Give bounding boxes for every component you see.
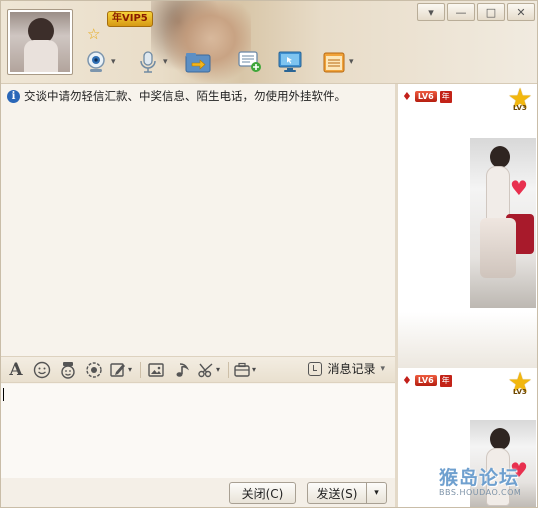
briefcase-icon xyxy=(234,362,250,377)
clock-icon xyxy=(308,361,323,376)
star-level-label: LV3 xyxy=(513,104,527,112)
remote-desktop-icon xyxy=(277,49,303,75)
info-icon: i xyxy=(7,89,20,103)
message-input[interactable] xyxy=(1,384,395,478)
contact-show-card: ♦ LV6 年 ★ LV3 ♥ xyxy=(398,84,537,312)
send-options-button[interactable]: ▾ xyxy=(366,482,387,504)
diamond-icon: ♦ xyxy=(402,374,412,387)
chevron-down-icon[interactable]: ▾ xyxy=(128,365,132,374)
forum-watermark: 猴岛论坛 BBS.HOUDAO.COM xyxy=(439,463,535,505)
text-caret xyxy=(3,388,4,401)
header-bar: 年VIP5 ☆ ▾ ▾ ▾ ▾ — □ ✕ xyxy=(1,1,537,84)
watermark-title: 猴岛论坛 xyxy=(439,467,520,489)
heart-icon: ♥ xyxy=(510,176,528,200)
remote-desktop-button[interactable] xyxy=(277,47,303,77)
message-history-button[interactable]: 消息记录 ▾ xyxy=(308,360,385,377)
toolbar-divider xyxy=(140,361,142,378)
transfer-file-button[interactable] xyxy=(185,47,211,77)
message-history[interactable]: i 交谈中请勿轻信汇款、中奖信息、陌生电话，勿使用外挂软件。 xyxy=(1,84,395,356)
star-level-icon[interactable]: ★ LV3 xyxy=(505,369,535,400)
magic-emoji-button[interactable] xyxy=(57,359,79,381)
app-box-button[interactable]: ▾ xyxy=(321,47,354,77)
sms-button[interactable] xyxy=(237,47,263,77)
voice-button[interactable]: ▾ xyxy=(135,47,168,77)
chat-window: 年VIP5 ☆ ▾ ▾ ▾ ▾ — □ ✕ i 交谈中请勿轻信汇款、中奖信息、陌… xyxy=(0,0,538,508)
window-controls: ▾ — □ ✕ xyxy=(417,3,535,21)
emoji-button[interactable] xyxy=(31,359,53,381)
show-photo[interactable]: ♥ xyxy=(470,138,536,308)
level-badge[interactable]: LV6 xyxy=(414,375,437,386)
smiley-icon xyxy=(33,361,51,378)
star-icon[interactable]: ☆ xyxy=(87,25,100,43)
watermark-url: BBS.HOUDAO.COM xyxy=(439,488,522,497)
chevron-down-icon[interactable]: ▾ xyxy=(163,57,168,67)
action-bar: 关闭(C) 发送(S) ▾ xyxy=(1,478,395,507)
window-menu-button[interactable]: ▾ xyxy=(417,3,445,21)
figure-legs xyxy=(480,218,516,278)
close-button[interactable]: 关闭(C) xyxy=(229,482,296,504)
microphone-icon xyxy=(135,49,161,75)
music-button[interactable] xyxy=(171,359,193,381)
vibrate-button[interactable] xyxy=(83,359,105,381)
vip-badge[interactable]: 年VIP5 xyxy=(107,11,153,27)
contact-show-panel: ♦ LV6 年 ★ LV3 ♥ ♦ LV6 年 ★ LV3 ♥ xyxy=(398,84,537,507)
app-box-icon xyxy=(321,49,347,75)
avatar-image xyxy=(10,12,70,72)
image-icon xyxy=(148,362,164,377)
figure-head xyxy=(490,146,510,168)
screenshot-button[interactable]: ▾ xyxy=(197,359,220,381)
webcam-button[interactable]: ▾ xyxy=(83,47,116,77)
chevron-down-icon[interactable]: ▾ xyxy=(380,364,385,374)
minimize-button[interactable]: — xyxy=(447,3,475,21)
transfer-file-icon xyxy=(185,49,211,75)
pencil-icon xyxy=(110,362,125,377)
music-note-icon xyxy=(176,362,190,377)
send-button[interactable]: 发送(S) xyxy=(307,482,367,504)
year-badge[interactable]: 年 xyxy=(439,374,452,387)
doodle-button[interactable]: ▾ xyxy=(109,359,132,381)
toolbar-divider xyxy=(228,361,230,378)
close-window-button[interactable]: ✕ xyxy=(507,3,535,21)
send-image-button[interactable] xyxy=(145,359,167,381)
security-notice-text: 交谈中请勿轻信汇款、中奖信息、陌生电话，勿使用外挂软件。 xyxy=(24,89,346,103)
star-level-label: LV3 xyxy=(513,388,527,396)
chevron-down-icon[interactable]: ▾ xyxy=(252,365,256,374)
sms-icon xyxy=(237,49,263,75)
star-level-icon[interactable]: ★ LV3 xyxy=(505,85,535,116)
font-button[interactable]: A xyxy=(5,359,27,381)
card-shadow xyxy=(398,312,537,368)
chevron-down-icon[interactable]: ▾ xyxy=(111,57,116,67)
webcam-icon xyxy=(83,49,109,75)
security-notice: i 交谈中请勿轻信汇款、中奖信息、陌生电话，勿使用外挂软件。 xyxy=(7,88,346,104)
chevron-down-icon[interactable]: ▾ xyxy=(216,365,220,374)
contact-avatar[interactable] xyxy=(7,9,73,75)
badge-row: ♦ LV6 年 xyxy=(402,90,452,103)
badge-row: ♦ LV6 年 xyxy=(402,374,452,387)
message-history-label: 消息记录 xyxy=(327,362,376,376)
scissors-icon xyxy=(198,362,213,377)
chevron-down-icon[interactable]: ▾ xyxy=(349,57,354,67)
figure-head xyxy=(490,428,510,450)
year-badge[interactable]: 年 xyxy=(439,90,452,103)
diamond-icon: ♦ xyxy=(402,90,412,103)
magic-face-icon xyxy=(61,361,75,379)
level-badge[interactable]: LV6 xyxy=(414,91,437,102)
format-toolbar: A ▾ ▾ ▾ 消息记录 ▾ xyxy=(1,356,395,383)
shake-icon xyxy=(86,361,102,378)
more-tools-button[interactable]: ▾ xyxy=(233,359,256,381)
maximize-button[interactable]: □ xyxy=(477,3,505,21)
